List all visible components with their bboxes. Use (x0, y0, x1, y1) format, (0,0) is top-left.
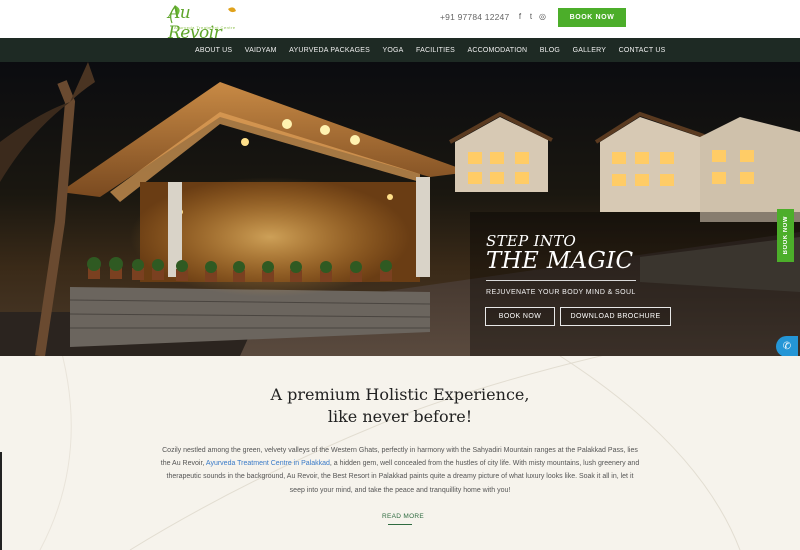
facebook-icon[interactable]: f (517, 12, 523, 21)
nav-item-yoga[interactable]: YOGA (382, 47, 403, 54)
read-more-link[interactable]: READ MORE (382, 513, 424, 520)
headline-line2: like never before! (327, 407, 473, 426)
logo-tagline: Ayurveda Treatment Centre (174, 25, 236, 30)
hero-resort-image (0, 62, 800, 356)
download-brochure-button[interactable]: DOWNLOAD BROCHURE (560, 307, 671, 326)
social-links: f t ◎ (517, 12, 546, 21)
left-edge-bar (0, 452, 2, 550)
nav-item-vaidyam[interactable]: VAIDYAM (245, 47, 277, 54)
side-book-now-tab[interactable]: BOOK NOW (777, 209, 794, 262)
intro-paragraph: Cozily nestled among the green, velvety … (160, 444, 640, 497)
hero-subtitle: REJUVENATE YOUR BODY MIND & SOUL (486, 289, 636, 296)
call-button[interactable]: ✆ (776, 336, 798, 356)
treatment-centre-link[interactable]: Ayurveda Treatment Centre in Palakkad (206, 460, 330, 467)
section-headline: A premium Holistic Experience, like neve… (0, 384, 800, 428)
hero-title-line2: THE MAGIC (486, 248, 634, 274)
nav-item-contact-us[interactable]: CONTACT US (619, 47, 666, 54)
top-header: Au Revoir Ayurveda Treatment Centre +91 … (0, 0, 800, 43)
main-nav: ABOUT US VAIDYAM AYURVEDA PACKAGES YOGA … (0, 38, 800, 62)
instagram-icon[interactable]: ◎ (539, 12, 546, 21)
hero-banner: STEP INTO THE MAGIC REJUVENATE YOUR BODY… (0, 62, 800, 356)
hero-book-now-button[interactable]: BOOK NOW (485, 307, 555, 326)
nav-item-blog[interactable]: BLOG (540, 47, 560, 54)
twitter-icon[interactable]: t (528, 12, 534, 21)
nav-item-facilities[interactable]: FACILITIES (416, 47, 455, 54)
nav-item-about-us[interactable]: ABOUT US (195, 47, 232, 54)
phone-number[interactable]: +91 97784 12247 (440, 12, 509, 22)
nav-item-ayurveda-packages[interactable]: AYURVEDA PACKAGES (289, 47, 370, 54)
brand-logo[interactable]: Au Revoir Ayurveda Treatment Centre (166, 3, 238, 43)
book-now-button[interactable]: BOOK NOW (558, 8, 626, 27)
intro-section: A premium Holistic Experience, like neve… (0, 356, 800, 550)
logo-wordmark: Au Revoir (168, 3, 222, 43)
headline-line1: A premium Holistic Experience, (270, 385, 530, 404)
side-book-now-label: BOOK NOW (782, 216, 789, 255)
nav-item-accomodation[interactable]: ACCOMODATION (467, 47, 527, 54)
nav-item-gallery[interactable]: GALLERY (573, 47, 607, 54)
hero-divider (486, 280, 636, 281)
phone-icon: ✆ (782, 341, 792, 352)
read-more-underline (388, 524, 412, 525)
